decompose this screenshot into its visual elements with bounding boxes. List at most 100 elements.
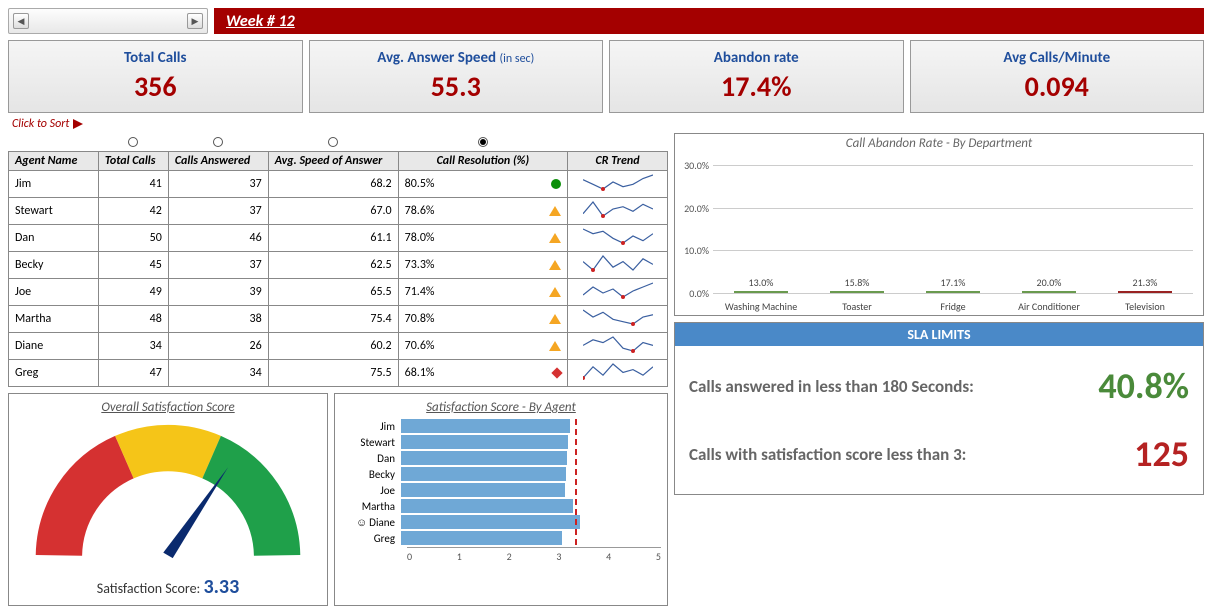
sla-row1-value: 40.8% [1098,364,1189,408]
abandon-rate-chart: 13.0% 15.8% 17.1% 20.0% 21.3% Washing Ma… [677,155,1201,315]
bar-value: 13.0% [749,276,774,289]
abandon-bar: 17.1% [913,276,993,293]
kpi-title: Total Calls [13,49,298,67]
axis-tick: 1 [457,550,462,563]
table-header: Call Resolution (%) [398,152,567,171]
agent-name: Dan [9,225,99,252]
sort-radio[interactable] [478,137,488,147]
axis-tick: 0 [407,550,412,563]
total-calls: 50 [98,225,168,252]
satisfaction-gauge [28,419,308,569]
week-prev-button[interactable]: ◀ [13,13,29,29]
agent-label: Dan [341,452,401,465]
cr-trend [568,279,668,306]
sla-row1-label: Calls answered in less than 180 Seconds: [689,376,974,397]
status-warn-icon [549,341,561,351]
avg-speed: 75.4 [268,306,398,333]
agent-table: Agent NameTotal CallsCalls AnsweredAvg. … [8,133,668,387]
call-resolution: 80.5% [398,171,567,198]
kpi-title: Avg Calls/Minute [915,49,1200,67]
agent-name: Jim [9,171,99,198]
week-title-bar: Week # 12 [214,8,1204,34]
panel-title: Satisfaction Score - By Agent [341,400,661,415]
bar-value: 17.1% [941,276,966,289]
table-header: Total Calls [98,152,168,171]
total-calls: 41 [98,171,168,198]
agent-name: Joe [9,279,99,306]
calls-answered: 39 [168,279,268,306]
score-label: Satisfaction Score: [97,580,201,597]
sort-radio[interactable] [128,137,138,147]
agent-label: Greg [341,532,401,545]
sort-radio[interactable] [328,137,338,147]
table-row: Dan 50 46 61.1 78.0% [9,225,668,252]
agent-label: Becky [341,468,401,481]
panel-title: Overall Satisfaction Score [15,400,321,415]
table-row: Diane 34 26 60.2 70.6% [9,333,668,360]
calls-answered: 37 [168,198,268,225]
score-value: 3.33 [203,575,239,599]
agent-name: Becky [9,252,99,279]
avg-speed: 75.5 [268,360,398,387]
kpi-card: Avg. Answer Speed (in sec) 55.3 [309,40,604,113]
kpi-card: Avg Calls/Minute 0.094 [910,40,1205,113]
x-label: Washing Machine [721,300,801,313]
bar-value: 20.0% [1037,276,1062,289]
total-calls: 34 [98,333,168,360]
calls-answered: 46 [168,225,268,252]
agent-name: Greg [9,360,99,387]
call-resolution: 78.6% [398,198,567,225]
kpi-value: 17.4% [614,69,899,104]
call-resolution: 70.6% [398,333,567,360]
table-row: Martha 48 38 75.4 70.8% [9,306,668,333]
kpi-title: Avg. Answer Speed (in sec) [314,49,599,67]
table-header: CR Trend [568,152,668,171]
table-row: Jim 41 37 68.2 80.5% [9,171,668,198]
call-resolution: 68.1% [398,360,567,387]
calls-answered: 37 [168,171,268,198]
agent-sat-row: Dan [341,451,661,465]
agent-sat-row: Stewart [341,435,661,449]
bar-value: 15.8% [845,276,870,289]
status-warn-icon [549,206,561,216]
y-tick: 0.0% [677,287,709,300]
abandon-bar: 21.3% [1105,276,1185,293]
cr-trend [568,333,668,360]
status-bad-icon [551,367,562,378]
total-calls: 45 [98,252,168,279]
sla-row2-label: Calls with satisfaction score less than … [689,444,966,465]
avg-speed: 60.2 [268,333,398,360]
week-next-button[interactable]: ▶ [187,13,203,29]
agent-label: ☺Diane [341,516,401,529]
table-row: Stewart 42 37 67.0 78.6% [9,198,668,225]
kpi-value: 0.094 [915,69,1200,104]
abandon-bar: 20.0% [1009,276,1089,293]
x-label: Television [1105,300,1185,313]
total-calls: 47 [98,360,168,387]
call-resolution: 78.0% [398,225,567,252]
abandon-bar: 13.0% [721,276,801,293]
x-label: Toaster [817,300,897,313]
sort-radio[interactable] [213,137,223,147]
status-warn-icon [549,314,561,324]
cr-trend [568,171,668,198]
agent-name: Stewart [9,198,99,225]
agent-label: Jim [341,420,401,433]
kpi-card: Total Calls 356 [8,40,303,113]
agent-sat-row: Becky [341,467,661,481]
agent-label: Stewart [341,436,401,449]
avg-speed: 68.2 [268,171,398,198]
y-tick: 20.0% [677,202,709,215]
x-label: Fridge [913,300,993,313]
table-row: Joe 49 39 65.5 71.4% [9,279,668,306]
avg-speed: 62.5 [268,252,398,279]
status-warn-icon [549,233,561,243]
agent-name: Diane [9,333,99,360]
x-label: Air Conditioner [1009,300,1089,313]
sla-header: SLA LIMITS [674,322,1204,346]
agent-sat-row: Martha [341,499,661,513]
call-resolution: 70.8% [398,306,567,333]
bar-value: 21.3% [1133,276,1158,289]
abandon-rate-panel: Call Abandon Rate - By Department 13.0% … [674,133,1204,316]
agent-name: Martha [9,306,99,333]
